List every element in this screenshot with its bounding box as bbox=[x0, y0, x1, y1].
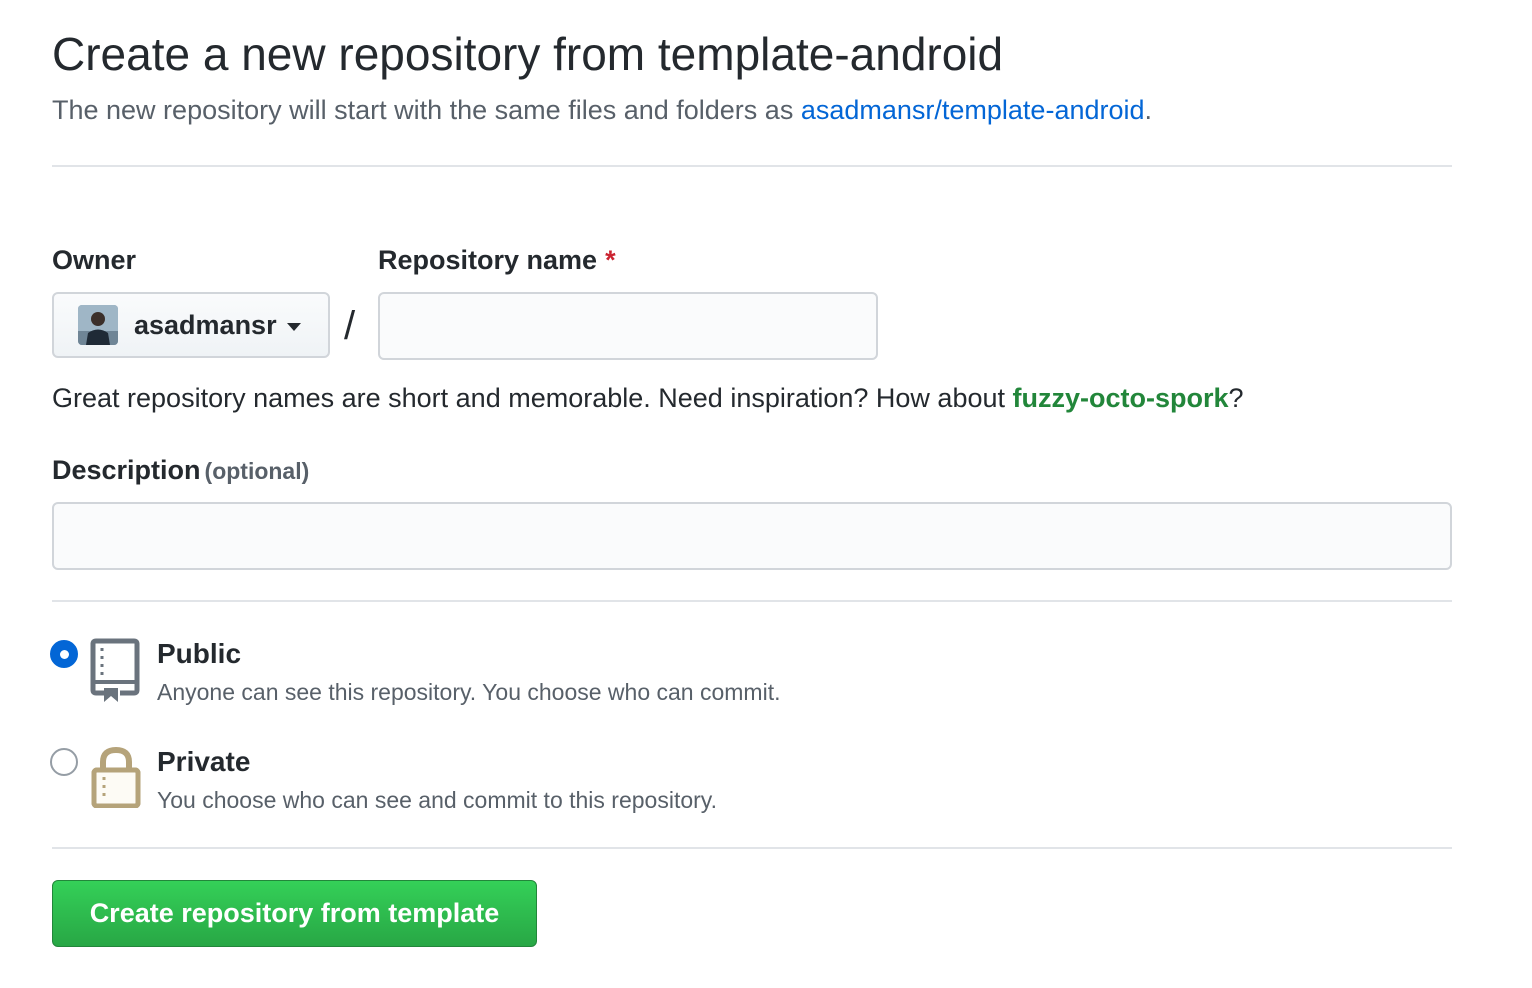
public-radio[interactable] bbox=[50, 640, 78, 668]
repo-name-hint: Great repository names are short and mem… bbox=[52, 381, 1244, 415]
repo-icon bbox=[90, 638, 140, 709]
owner-repo-separator: / bbox=[344, 304, 356, 348]
required-marker: * bbox=[605, 245, 616, 275]
public-option-description: Anyone can see this repository. You choo… bbox=[157, 679, 781, 705]
repo-name-label-text: Repository name bbox=[378, 245, 598, 275]
chevron-down-icon bbox=[286, 323, 301, 331]
template-link[interactable]: asadmansr/template-android bbox=[801, 95, 1145, 125]
user-avatar-icon bbox=[78, 305, 118, 345]
repo-name-label: Repository name * bbox=[378, 243, 616, 277]
description-divider bbox=[52, 600, 1452, 602]
owner-label: Owner bbox=[52, 245, 137, 275]
page-subtitle: The new repository will start with the s… bbox=[52, 93, 1152, 127]
private-option-description: You choose who can see and commit to thi… bbox=[157, 787, 717, 813]
visibility-divider bbox=[52, 847, 1452, 849]
description-input[interactable] bbox=[52, 502, 1452, 570]
page-title: Create a new repository from template-an… bbox=[52, 28, 1004, 80]
name-suggestion-link[interactable]: fuzzy-octo-spork bbox=[1013, 383, 1229, 413]
header-divider bbox=[52, 165, 1452, 167]
hint-prefix: Great repository names are short and mem… bbox=[52, 383, 1013, 413]
owner-name: asadmansr bbox=[134, 309, 277, 340]
public-option-title: Public bbox=[157, 638, 242, 669]
description-label-text: Description bbox=[52, 455, 201, 485]
description-label: Description (optional) bbox=[52, 453, 309, 488]
optional-note: (optional) bbox=[204, 458, 310, 484]
repository-name-input[interactable] bbox=[378, 292, 878, 360]
subtitle-prefix: The new repository will start with the s… bbox=[52, 95, 801, 125]
hint-suffix: ? bbox=[1228, 383, 1244, 413]
subtitle-suffix: . bbox=[1144, 95, 1153, 125]
private-radio[interactable] bbox=[50, 748, 78, 776]
create-repository-button[interactable]: Create repository from template bbox=[52, 880, 537, 947]
create-repo-from-template-page: Create a new repository from template-an… bbox=[0, 0, 1532, 988]
private-option-title: Private bbox=[157, 746, 251, 777]
lock-icon bbox=[91, 746, 141, 813]
owner-select[interactable]: asadmansr bbox=[52, 292, 330, 358]
